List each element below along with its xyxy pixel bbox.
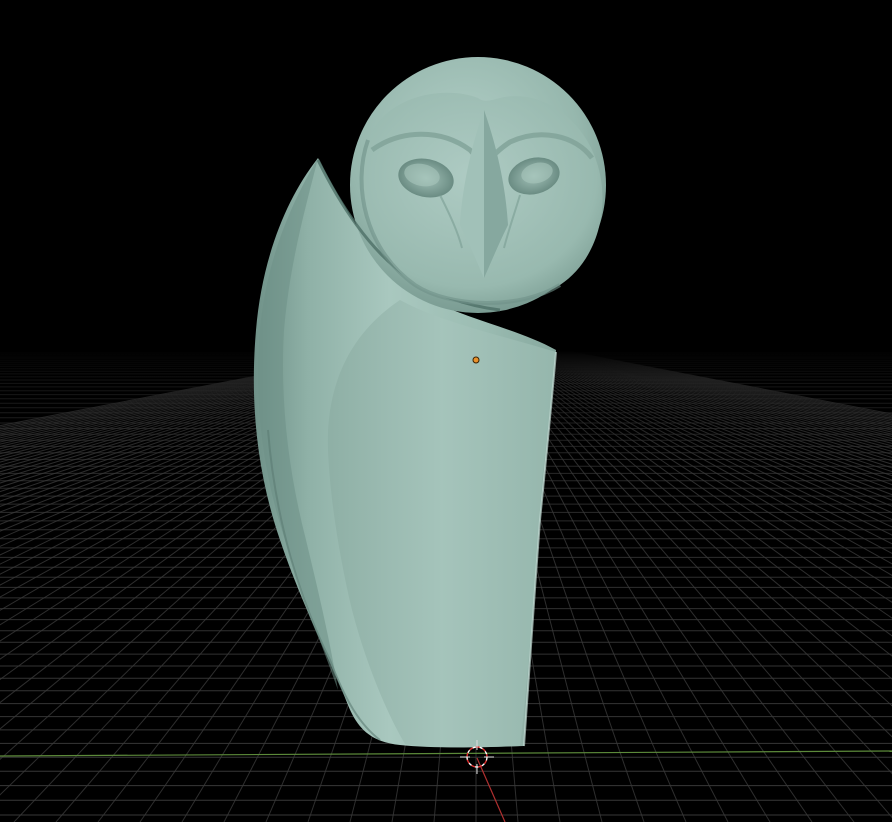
viewport-canvas[interactable] bbox=[0, 0, 892, 822]
3d-viewport[interactable] bbox=[0, 0, 892, 822]
object-origin-icon[interactable] bbox=[472, 356, 480, 364]
